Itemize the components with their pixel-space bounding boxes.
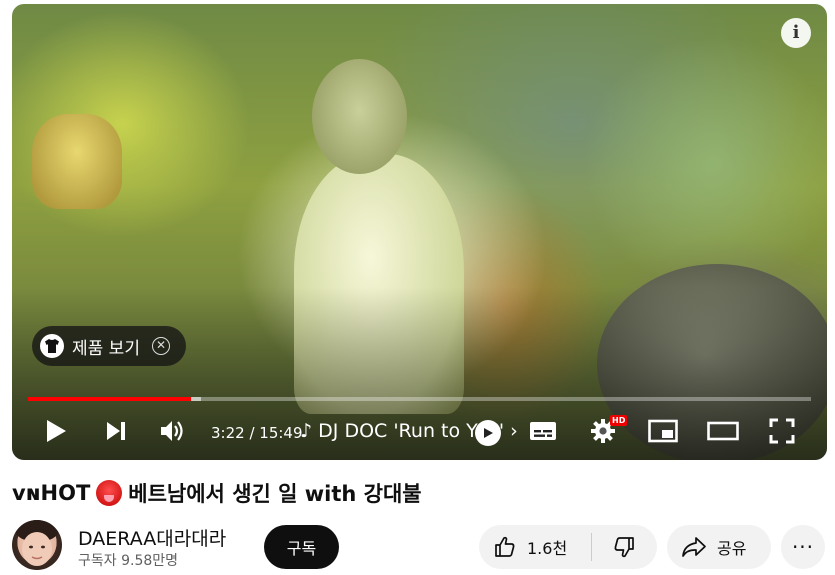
subscriber-count: 구독자 9.58만명	[78, 553, 179, 569]
player-controls: 3:22 / 15:49 ♪ DJ DOC 'Run to You' › HD	[12, 408, 827, 454]
volume-icon[interactable]	[158, 416, 188, 446]
share-label: 공유	[717, 539, 747, 558]
video-player[interactable]: i 제품 보기 ✕ 3:22 / 15:49 ♪ DJ DOC 'Run to …	[12, 4, 827, 460]
hot-face-emoji-icon	[96, 480, 123, 506]
tshirt-icon	[40, 334, 64, 358]
fullscreen-icon[interactable]	[767, 416, 797, 446]
controls-gradient	[12, 4, 827, 460]
dislike-button[interactable]	[592, 525, 656, 569]
close-icon[interactable]: ✕	[151, 337, 170, 355]
progress-played	[28, 397, 191, 401]
view-products-chip[interactable]: 제품 보기 ✕	[32, 326, 186, 366]
avatar[interactable]	[12, 520, 62, 570]
play-icon[interactable]	[42, 416, 70, 446]
hd-badge: HD	[610, 415, 628, 426]
theater-icon[interactable]	[706, 416, 740, 446]
video-title: vɴHOT 베트남에서 생긴 일 with 강대불	[12, 478, 422, 508]
thumbs-up-icon	[495, 536, 515, 557]
video-title-text: 베트남에서 생긴 일 with 강대불	[128, 482, 422, 506]
channel-name[interactable]: DAERAA대라대라	[78, 524, 226, 551]
more-actions-button[interactable]: ···	[781, 525, 825, 569]
like-dislike-group: 1.6천	[479, 525, 657, 569]
time-display: 3:22 / 15:49	[211, 424, 303, 442]
video-title-prefix: vɴHOT	[12, 481, 91, 505]
like-count: 1.6천	[527, 539, 568, 558]
subscribe-button[interactable]: 구독	[264, 525, 339, 569]
chapter-play-icon	[475, 420, 501, 446]
view-products-label: 제품 보기	[72, 338, 140, 359]
share-button[interactable]: 공유	[667, 525, 771, 569]
thumbs-down-icon	[614, 537, 634, 558]
next-icon[interactable]	[102, 416, 130, 446]
subtitles-icon[interactable]	[528, 416, 558, 446]
share-icon	[682, 537, 706, 557]
like-button[interactable]: 1.6천	[479, 525, 591, 569]
miniplayer-icon[interactable]	[647, 416, 679, 446]
progress-bar[interactable]	[28, 397, 811, 401]
more-icon: ···	[791, 535, 815, 559]
info-icon[interactable]: i	[781, 18, 811, 48]
